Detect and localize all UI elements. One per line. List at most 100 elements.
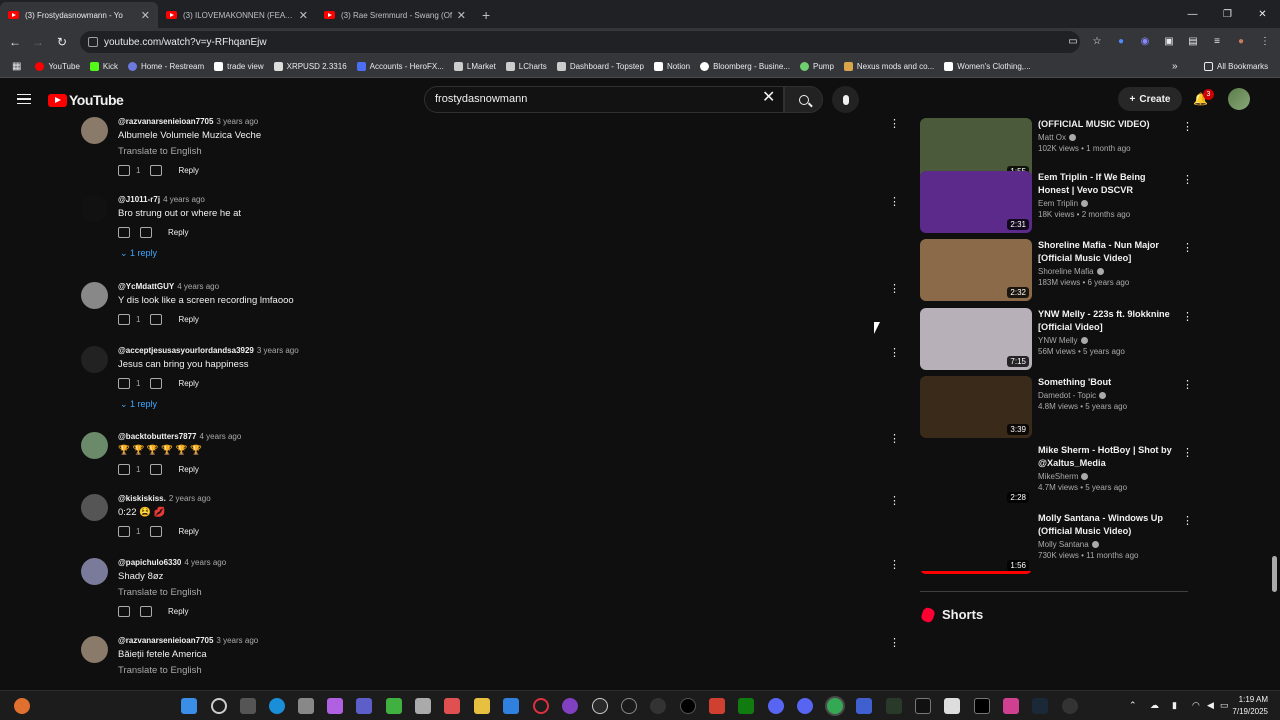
commenter-avatar[interactable] (81, 636, 108, 663)
amazon-icon[interactable] (944, 698, 960, 714)
channel-name[interactable]: Molly Santana (1038, 540, 1178, 549)
video-title[interactable]: (OFFICIAL MUSIC VIDEO) (1038, 118, 1178, 131)
taskbar-search-icon[interactable] (211, 698, 227, 714)
comment-author[interactable]: @backtobutters7877 (118, 432, 197, 441)
comment-menu-icon[interactable]: ⋮ (889, 119, 900, 130)
settings-icon[interactable] (298, 698, 314, 714)
video-thumbnail[interactable]: 3:39 (920, 376, 1032, 438)
dislike-icon[interactable] (150, 378, 163, 389)
restore-icon[interactable]: ❐ (1210, 0, 1245, 28)
comment-menu-icon[interactable]: ⋮ (889, 434, 900, 445)
voice-search-button[interactable] (832, 86, 859, 113)
commenter-avatar[interactable] (81, 282, 108, 309)
recommended-video-card[interactable]: 7:15 YNW Melly - 223s ft. 9lokknine [Offi… (920, 308, 1193, 372)
translate-link[interactable]: Translate to English (118, 146, 838, 157)
discord-icon[interactable] (768, 698, 784, 714)
reload-icon[interactable]: ↻ (50, 35, 74, 49)
like-icon[interactable] (118, 606, 130, 617)
url-input[interactable]: youtube.com/watch?v=y-RFhqanEjw (80, 31, 1080, 53)
back-icon[interactable]: ← (3, 35, 27, 49)
clear-search-icon[interactable]: ✕ (762, 90, 775, 106)
app-icon[interactable] (444, 698, 460, 714)
bookmark-bloomberg[interactable]: Bloomberg - Busine... (700, 62, 790, 71)
file-explorer-icon[interactable] (474, 698, 490, 714)
commenter-avatar[interactable] (81, 558, 108, 585)
like-icon[interactable] (118, 378, 130, 389)
browser-tab[interactable]: (3) ILOVEMAKONNEN (FEAT. DR ✕ (158, 2, 316, 28)
recommended-video-card[interactable]: 1:56 Molly Santana - Windows Up (Official… (920, 512, 1193, 576)
all-bookmarks[interactable]: All Bookmarks (1204, 62, 1268, 71)
reply-button[interactable]: Reply (178, 315, 198, 324)
xbox-icon[interactable] (738, 698, 754, 714)
instagram-icon[interactable] (1003, 698, 1019, 714)
recommended-video-card[interactable]: 2:32 Shoreline Mafia - Nun Major [Officia… (920, 239, 1193, 303)
steam-icon[interactable] (1032, 698, 1048, 714)
app-icon[interactable] (503, 698, 519, 714)
channel-name[interactable]: Eem Triplin (1038, 199, 1178, 208)
comment-author[interactable]: @razvanarsenieioan7705 (118, 117, 213, 126)
video-menu-icon[interactable]: ⋮ (1182, 173, 1193, 186)
reply-button[interactable]: Reply (168, 228, 188, 237)
extension-icon[interactable]: ◉ (1138, 34, 1152, 48)
bookmark-restream[interactable]: Home - Restream (128, 62, 204, 71)
bookmark-nexusmods[interactable]: Nexus mods and co... (843, 62, 934, 71)
taskbar-clock[interactable]: 1:19 AM 7/19/2025 (1232, 694, 1268, 718)
youtube-logo[interactable]: YouTube (48, 92, 124, 108)
profile-avatar-icon[interactable]: ● (1234, 34, 1248, 48)
like-icon[interactable] (118, 464, 130, 475)
volume-icon[interactable]: ◀ (1207, 700, 1214, 711)
dislike-icon[interactable] (150, 165, 163, 176)
video-menu-icon[interactable]: ⋮ (1182, 120, 1193, 133)
like-icon[interactable] (118, 227, 130, 238)
video-title[interactable]: Molly Santana - Windows Up (Official Mus… (1038, 512, 1178, 538)
video-menu-icon[interactable]: ⋮ (1182, 514, 1193, 527)
onedrive-icon[interactable]: ☁ (1150, 700, 1159, 711)
bookmark-topstep[interactable]: Dashboard - Topstep (556, 62, 644, 71)
apps-grid-icon[interactable]: ▦ (12, 61, 21, 72)
video-thumbnail[interactable]: 7:15 (920, 308, 1032, 370)
bookmark-tradeview[interactable]: trade view (214, 62, 264, 71)
excel-icon[interactable] (386, 698, 402, 714)
channel-name[interactable]: YNW Melly (1038, 336, 1178, 345)
comment-menu-icon[interactable]: ⋮ (889, 284, 900, 295)
minimize-icon[interactable]: — (1175, 0, 1210, 28)
weather-widget-icon[interactable] (14, 698, 30, 714)
battery-icon[interactable]: ▭ (1220, 700, 1229, 711)
app-icon[interactable] (621, 698, 637, 714)
comment-menu-icon[interactable]: ⋮ (889, 560, 900, 571)
bookmark-womens-clothing[interactable]: Women's Clothing,... (944, 62, 1031, 71)
tiktok-icon[interactable] (680, 698, 696, 714)
video-thumbnail[interactable]: 1:56 (920, 512, 1032, 574)
opera-icon[interactable] (533, 698, 549, 714)
comment-timestamp[interactable]: 4 years ago (163, 195, 205, 204)
video-title[interactable]: Shoreline Mafia - Nun Major [Official Mu… (1038, 239, 1178, 265)
bookmark-xrpusd[interactable]: XRPUSD 2.3316 (273, 62, 347, 71)
commenter-avatar[interactable] (81, 117, 108, 144)
extensions-puzzle-icon[interactable]: ▣ (1162, 34, 1176, 48)
comment-timestamp[interactable]: 4 years ago (177, 282, 219, 291)
video-menu-icon[interactable]: ⋮ (1182, 446, 1193, 459)
like-icon[interactable] (118, 314, 130, 325)
commenter-avatar[interactable] (81, 346, 108, 373)
tiktok-icon[interactable] (915, 698, 931, 714)
page-scrollbar[interactable] (1272, 556, 1277, 592)
video-menu-icon[interactable]: ⋮ (1182, 241, 1193, 254)
comment-timestamp[interactable]: 3 years ago (216, 117, 258, 126)
video-menu-icon[interactable]: ⋮ (1182, 310, 1193, 323)
tray-icon[interactable]: ▮ (1172, 700, 1177, 711)
bookmark-notion[interactable]: Notion (653, 62, 690, 71)
comment-timestamp[interactable]: 3 years ago (257, 346, 299, 355)
dislike-icon[interactable] (140, 227, 152, 238)
reading-list-icon[interactable]: ≡ (1210, 34, 1224, 48)
close-window-icon[interactable]: ✕ (1245, 0, 1280, 28)
recommended-video-card[interactable]: 3:39 Something 'Bout Damedot - Topic 4.8M v… (920, 376, 1193, 440)
bookmark-youtube[interactable]: YouTube (35, 62, 80, 71)
dislike-icon[interactable] (150, 464, 163, 475)
video-title[interactable]: YNW Melly - 223s ft. 9lokknine [Official… (1038, 308, 1178, 334)
cast-icon[interactable]: ▭ (1066, 34, 1080, 48)
comment-menu-icon[interactable]: ⋮ (889, 348, 900, 359)
extension-icon[interactable]: ● (1114, 34, 1128, 48)
video-thumbnail[interactable]: 2:31 (920, 171, 1032, 233)
bookmark-star-icon[interactable]: ☆ (1090, 34, 1104, 48)
comment-author[interactable]: @J1011-r7j (118, 195, 160, 204)
